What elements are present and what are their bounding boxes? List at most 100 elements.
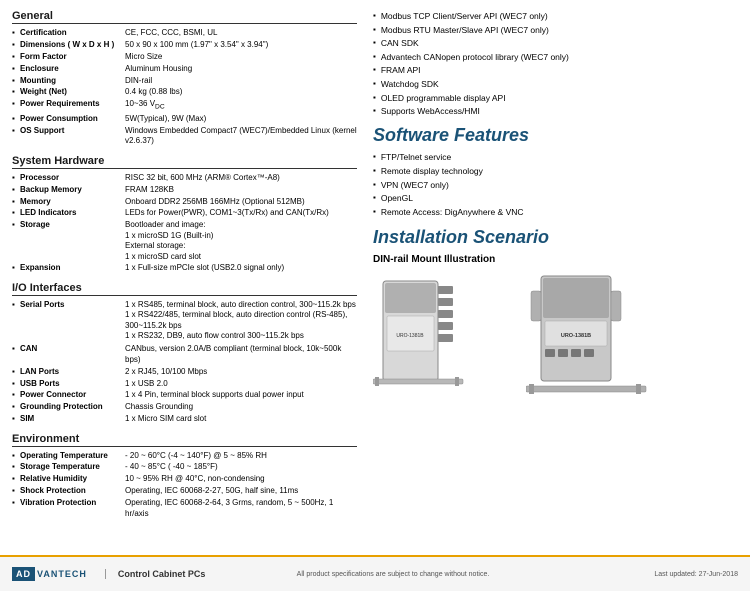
spec-val: 0.4 kg (0.88 lbs) bbox=[125, 87, 357, 97]
spec-key: Dimensions ( W x D x H ) bbox=[20, 40, 125, 50]
bullet: ▪ bbox=[12, 300, 20, 309]
spec-val: Bootloader and image:1 x microSD 1G (Bui… bbox=[125, 220, 357, 262]
spec-key: Form Factor bbox=[20, 52, 125, 62]
list-item-text: Advantech CANopen protocol library (WEC7… bbox=[381, 51, 569, 65]
spec-key: Relative Humidity bbox=[20, 474, 125, 484]
spec-row-expansion: ▪ Expansion 1 x Full-size mPCIe slot (US… bbox=[12, 263, 357, 273]
list-item-text: OLED programmable display API bbox=[381, 92, 506, 106]
spec-row-shock: ▪ Shock Protection Operating, IEC 60068-… bbox=[12, 486, 357, 496]
page: General ▪ Certification CE, FCC, CCC, BS… bbox=[0, 0, 750, 591]
list-item-text: Modbus TCP Client/Server API (WEC7 only) bbox=[381, 10, 548, 24]
footer: ADVANTECH Control Cabinet PCs All produc… bbox=[0, 555, 750, 591]
spec-val: 1 x Micro SIM card slot bbox=[125, 414, 357, 424]
spec-key: SIM bbox=[20, 414, 125, 424]
spec-key: Backup Memory bbox=[20, 185, 125, 195]
bullet: ▪ bbox=[12, 40, 20, 49]
svg-text:URO-1381B: URO-1381B bbox=[396, 333, 424, 339]
spec-row-power-conn: ▪ Power Connector 1 x 4 Pin, terminal bl… bbox=[12, 390, 357, 400]
bullet: ▪ bbox=[12, 114, 20, 123]
section-system-hardware: System Hardware ▪ Processor RISC 32 bit,… bbox=[12, 155, 357, 274]
list-item-text: OpenGL bbox=[381, 192, 413, 206]
spec-row-humidity: ▪ Relative Humidity 10 ~ 95% RH @ 40°C, … bbox=[12, 474, 357, 484]
footer-date: Last updated: 27-Jun-2018 bbox=[654, 571, 738, 578]
spec-val: CANbus, version 2.0A/B compliant (termin… bbox=[125, 344, 357, 365]
spec-key: Power Consumption bbox=[20, 114, 125, 124]
spec-row-dimensions: ▪ Dimensions ( W x D x H ) 50 x 90 x 100… bbox=[12, 40, 357, 50]
list-item-text: Supports WebAccess/HMI bbox=[381, 105, 480, 119]
spec-val: Operating, IEC 60068-2-27, 50G, half sin… bbox=[125, 486, 357, 496]
bullet: ▪ bbox=[12, 185, 20, 194]
advantech-logo: ADVANTECH bbox=[12, 567, 89, 581]
spec-row-stor-temp: ▪ Storage Temperature - 40 ~ 85°C ( -40 … bbox=[12, 462, 357, 472]
bullet: ▪ bbox=[12, 462, 20, 471]
spec-val: 1 x RS485, terminal block, auto directio… bbox=[125, 300, 357, 342]
bullet: ▪ bbox=[12, 344, 20, 353]
spec-key: Storage bbox=[20, 220, 125, 230]
spec-row-lan: ▪ LAN Ports 2 x RJ45, 10/100 Mbps bbox=[12, 367, 357, 377]
bullet: ▪ bbox=[12, 197, 20, 206]
list-item: Modbus RTU Master/Slave API (WEC7 only) bbox=[373, 24, 738, 38]
spec-key: Weight (Net) bbox=[20, 87, 125, 97]
bullet: ▪ bbox=[12, 474, 20, 483]
list-item: FRAM API bbox=[373, 64, 738, 78]
spec-val: 1 x Full-size mPCIe slot (USB2.0 signal … bbox=[125, 263, 357, 273]
spec-row-weight: ▪ Weight (Net) 0.4 kg (0.88 lbs) bbox=[12, 87, 357, 97]
section-title-environment: Environment bbox=[12, 433, 357, 447]
spec-val: 50 x 90 x 100 mm (1.97" x 3.54" x 3.94") bbox=[125, 40, 357, 50]
sub-section-title-din: DIN-rail Mount Illustration bbox=[373, 254, 738, 265]
list-item: Advantech CANopen protocol library (WEC7… bbox=[373, 51, 738, 65]
spec-val: 5W(Typical), 9W (Max) bbox=[125, 114, 357, 124]
list-item-text: FTP/Telnet service bbox=[381, 151, 451, 165]
section-title-general: General bbox=[12, 10, 357, 24]
spec-row-power-con: ▪ Power Consumption 5W(Typical), 9W (Max… bbox=[12, 114, 357, 124]
spec-row-can: ▪ CAN CANbus, version 2.0A/B compliant (… bbox=[12, 344, 357, 365]
spec-val: 10~36 VDC bbox=[125, 99, 357, 112]
list-item: OLED programmable display API bbox=[373, 92, 738, 106]
spec-key: USB Ports bbox=[20, 379, 125, 389]
spec-row-grounding: ▪ Grounding Protection Chassis Grounding bbox=[12, 402, 357, 412]
list-item: FTP/Telnet service bbox=[373, 151, 738, 165]
spec-key: CAN bbox=[20, 344, 125, 354]
spec-key: Certification bbox=[20, 28, 125, 38]
spec-row-led: ▪ LED Indicators LEDs for Power(PWR), CO… bbox=[12, 208, 357, 218]
section-environment: Environment ▪ Operating Temperature - 20… bbox=[12, 433, 357, 519]
spec-val: CE, FCC, CCC, BSMI, UL bbox=[125, 28, 357, 38]
spec-key: Operating Temperature bbox=[20, 451, 125, 461]
spec-val: 2 x RJ45, 10/100 Mbps bbox=[125, 367, 357, 377]
spec-val: - 20 ~ 60°C (-4 ~ 140°F) @ 5 ~ 85% RH bbox=[125, 451, 357, 461]
spec-val: Aluminum Housing bbox=[125, 64, 357, 74]
bullet: ▪ bbox=[12, 87, 20, 96]
spec-key: OS Support bbox=[20, 126, 125, 136]
list-item: CAN SDK bbox=[373, 37, 738, 51]
spec-val: Micro Size bbox=[125, 52, 357, 62]
spec-key: Processor bbox=[20, 173, 125, 183]
section-general: General ▪ Certification CE, FCC, CCC, BS… bbox=[12, 10, 357, 147]
spec-key: Expansion bbox=[20, 263, 125, 273]
right-column: Modbus TCP Client/Server API (WEC7 only)… bbox=[367, 10, 738, 549]
top-api-list: Modbus TCP Client/Server API (WEC7 only)… bbox=[373, 10, 738, 119]
io-spec-table: ▪ Serial Ports 1 x RS485, terminal block… bbox=[12, 300, 357, 425]
list-item: VPN (WEC7 only) bbox=[373, 179, 738, 193]
big-section-title-installation: Installation Scenario bbox=[373, 227, 738, 249]
spec-row-vibration: ▪ Vibration Protection Operating, IEC 60… bbox=[12, 498, 357, 519]
general-spec-table: ▪ Certification CE, FCC, CCC, BSMI, UL ▪… bbox=[12, 28, 357, 147]
big-section-title-software: Software Features bbox=[373, 125, 738, 147]
software-features-list: FTP/Telnet service Remote display techno… bbox=[373, 151, 738, 219]
list-item-text: Watchdog SDK bbox=[381, 78, 439, 92]
spec-row-usb: ▪ USB Ports 1 x USB 2.0 bbox=[12, 379, 357, 389]
spec-row-os: ▪ OS Support Windows Embedded Compact7 (… bbox=[12, 126, 357, 147]
spec-row-backup-mem: ▪ Backup Memory FRAM 128KB bbox=[12, 185, 357, 195]
main-content: General ▪ Certification CE, FCC, CCC, BS… bbox=[0, 0, 750, 555]
left-column: General ▪ Certification CE, FCC, CCC, BS… bbox=[12, 10, 367, 549]
spec-key: Power Requirements bbox=[20, 99, 125, 109]
spec-val: - 40 ~ 85°C ( -40 ~ 185°F) bbox=[125, 462, 357, 472]
spec-key: Storage Temperature bbox=[20, 462, 125, 472]
spec-val: RISC 32 bit, 600 MHz (ARM® Cortex™-A8) bbox=[125, 173, 357, 183]
bullet: ▪ bbox=[12, 263, 20, 272]
spec-val: 1 x 4 Pin, terminal block supports dual … bbox=[125, 390, 357, 400]
spec-val: Operating, IEC 60068-2-64, 3 Grms, rando… bbox=[125, 498, 357, 519]
spec-val: DIN-rail bbox=[125, 76, 357, 86]
spec-row-form-factor: ▪ Form Factor Micro Size bbox=[12, 52, 357, 62]
list-item: Modbus TCP Client/Server API (WEC7 only) bbox=[373, 10, 738, 24]
spec-key: Shock Protection bbox=[20, 486, 125, 496]
